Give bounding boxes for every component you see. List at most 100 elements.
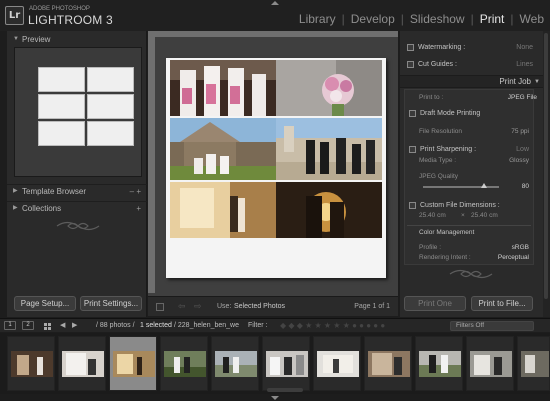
print-one-button[interactable]: Print One (404, 296, 466, 311)
file-resolution-value[interactable]: 75 ppi (511, 127, 529, 137)
cut-guides-checkbox[interactable] (407, 61, 414, 68)
rendering-intent-value[interactable]: Perceptual (498, 253, 529, 263)
cut-guides-value[interactable]: Lines (516, 59, 533, 71)
filmstrip-thumb[interactable] (313, 336, 361, 391)
preview-grid (38, 67, 136, 165)
collections-add[interactable]: + (136, 202, 141, 215)
print-job-label: Print Job (499, 77, 531, 86)
template-add-remove[interactable]: – + (130, 185, 141, 198)
dimension-times: × (461, 212, 465, 219)
filmstrip-thumb-selected[interactable] (109, 336, 157, 391)
photo-cell-church[interactable] (170, 118, 276, 188)
filmstrip-thumb[interactable] (58, 336, 106, 391)
filmstrip-toolbar: 1 2 ◀ ▶ / 88 photos / 1 selected / 228_h… (0, 318, 550, 332)
watermarking-value[interactable]: None (516, 42, 533, 54)
photo-cell-window[interactable] (170, 182, 276, 252)
filmstrip-thumb[interactable] (262, 336, 310, 391)
print-sharpening-checkbox[interactable] (409, 146, 416, 153)
module-library[interactable]: Library (299, 12, 336, 26)
jpeg-quality-slider-track[interactable] (423, 186, 499, 188)
watermarking-row[interactable]: Watermarking : None (407, 42, 533, 54)
selected-file-name: / 228_helen_ben_we (174, 322, 240, 329)
left-ruler (148, 31, 155, 293)
media-type-row[interactable]: Media Type : Glossy (419, 156, 529, 166)
preview-cell (38, 121, 85, 146)
print-job-header[interactable]: Print Job ▼ (400, 75, 543, 88)
arrow-left-icon[interactable]: ⇦ (178, 301, 186, 312)
top-ruler (148, 31, 398, 37)
cut-guides-row[interactable]: Cut Guides : Lines (407, 59, 533, 71)
filmstrip-scrollbar[interactable] (267, 388, 303, 392)
filmstrip-thumb[interactable] (211, 336, 259, 391)
nav-first-square[interactable] (156, 303, 164, 311)
print-settings-button[interactable]: Print Settings... (80, 296, 142, 311)
preview-cell (38, 67, 85, 92)
flag-filter-icons[interactable]: ◆ ◆ ◆ ★ ★ ★ ★ ★ ● ● ● ● ● (280, 319, 385, 332)
expand-arrow-icon: ▼ (534, 79, 540, 85)
filmstrip-thumb[interactable] (415, 336, 463, 391)
arrow-right-icon[interactable]: ⇨ (194, 301, 202, 312)
back-arrow-icon[interactable]: ◀ (60, 319, 65, 332)
primary-display-button[interactable]: 1 (4, 321, 16, 330)
collections-label: Collections (22, 204, 62, 213)
jpeg-quality-label: JPEG Quality (419, 173, 459, 180)
print-sharpening-row[interactable]: Print Sharpening : Low (409, 144, 529, 156)
template-browser-header[interactable]: ▶ Template Browser – + (7, 184, 147, 197)
jpeg-quality-slider-thumb[interactable] (480, 183, 487, 188)
custom-width[interactable]: 25.40 cm (419, 212, 446, 219)
secondary-display-button[interactable]: 2 (22, 321, 34, 330)
print-to-file-button[interactable]: Print to File... (471, 296, 533, 311)
page-info: Page 1 of 1 (354, 303, 390, 310)
page-setup-button[interactable]: Page Setup... (14, 296, 76, 311)
custom-dimensions-values[interactable]: 25.40 cm × 25.40 cm (419, 211, 529, 221)
print-to-label: Print to : (419, 94, 444, 101)
module-separator: | (470, 12, 474, 26)
filter-label: Filter : (248, 322, 268, 329)
profile-value[interactable]: sRGB (512, 243, 529, 253)
module-web[interactable]: Web (520, 12, 544, 26)
grid-view-icon[interactable] (44, 322, 52, 330)
forward-arrow-icon[interactable]: ▶ (72, 319, 77, 332)
print-to-row[interactable]: Print to : JPEG File (419, 93, 537, 103)
module-print[interactable]: Print (480, 12, 505, 26)
expand-arrow-icon: ▼ (13, 36, 19, 42)
print-sharpening-value[interactable]: Low (516, 144, 529, 156)
jpeg-quality-value[interactable]: 80 (522, 182, 529, 192)
photo-cell-sunset[interactable] (276, 182, 382, 252)
filmstrip-thumb[interactable] (160, 336, 208, 391)
print-sharpening-label: Print Sharpening : (420, 146, 477, 153)
module-slideshow[interactable]: Slideshow (410, 12, 465, 26)
watermarking-checkbox[interactable] (407, 44, 414, 51)
selected-count: 1 selected (140, 322, 172, 329)
filmstrip-thumb[interactable] (7, 336, 55, 391)
collapsed-arrow-icon: ▶ (13, 188, 18, 194)
module-develop[interactable]: Develop (351, 12, 395, 26)
filters-dropdown[interactable]: Filters Off (450, 321, 534, 331)
preview-header[interactable]: ▼ Preview (7, 33, 147, 46)
use-label: Use: (217, 303, 232, 310)
filmstrip-thumb[interactable] (466, 336, 514, 391)
custom-dimensions-checkbox[interactable] (409, 202, 416, 209)
module-bar: Lr ADOBE PHOTOSHOP LIGHTROOM 3 Library | D… (0, 0, 550, 31)
scrollbar-thumb[interactable] (544, 33, 548, 299)
media-type-value[interactable]: Glossy (509, 156, 529, 166)
rendering-intent-row[interactable]: Rendering Intent : Perceptual (419, 253, 529, 263)
panel-ornament-icon (448, 267, 494, 281)
collections-header[interactable]: ▶ Collections + (7, 201, 147, 214)
profile-row[interactable]: Profile : sRGB (419, 243, 529, 253)
filmstrip-thumb[interactable] (517, 336, 550, 391)
custom-height[interactable]: 25.40 cm (471, 211, 498, 221)
use-dropdown[interactable]: Selected Photos (234, 303, 285, 310)
collapse-bottom-icon[interactable] (271, 396, 279, 400)
color-management-label: Color Management (419, 229, 475, 236)
file-resolution-row[interactable]: File Resolution 75 ppi (419, 127, 529, 137)
print-to-value[interactable]: JPEG File (508, 93, 537, 103)
draft-mode-label: Draft Mode Printing (420, 110, 481, 117)
filmstrip-thumb[interactable] (364, 336, 412, 391)
collapse-top-icon[interactable] (271, 1, 279, 5)
photo-cell-group[interactable] (276, 118, 382, 188)
right-panel-scrollbar[interactable] (543, 31, 550, 317)
draft-mode-checkbox[interactable] (409, 110, 416, 117)
draft-mode-row[interactable]: Draft Mode Printing (409, 108, 529, 120)
rendering-intent-label: Rendering Intent : (419, 254, 471, 261)
